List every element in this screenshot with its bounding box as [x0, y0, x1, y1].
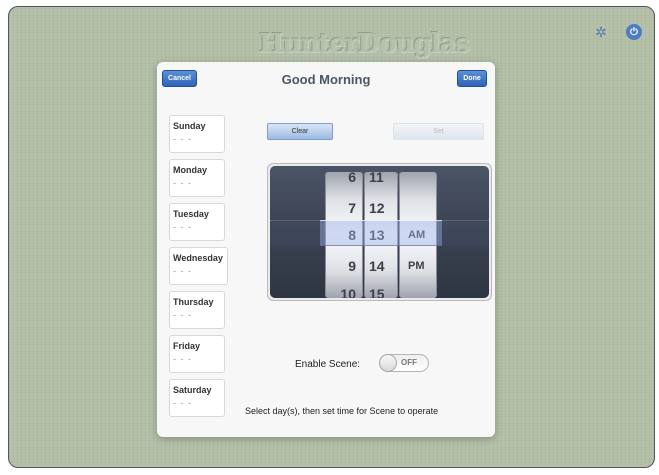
toggle-state-text: OFF — [401, 358, 417, 367]
day-saturday[interactable]: Saturday - - - — [169, 379, 225, 417]
hour-option: 6 — [348, 169, 356, 185]
power-icon[interactable]: ⏻ — [626, 24, 642, 40]
day-name: Thursday — [173, 297, 214, 307]
day-time: - - - — [173, 222, 192, 232]
enable-scene-label: Enable Scene: — [295, 359, 361, 370]
day-time: - - - — [173, 266, 192, 276]
minute-option: 14 — [369, 258, 385, 274]
set-button[interactable]: Set — [393, 123, 484, 140]
hour-option: 9 — [348, 258, 356, 274]
minute-option: 11 — [369, 169, 384, 185]
picker-selection-shade — [270, 220, 320, 246]
day-tuesday[interactable]: Tuesday - - - — [169, 203, 225, 241]
picker-selection-indicator — [320, 220, 442, 246]
day-time: - - - — [173, 134, 192, 144]
enable-scene-toggle[interactable]: OFF — [379, 354, 429, 372]
day-time: - - - — [173, 310, 192, 320]
period-option: PM — [408, 260, 425, 272]
day-monday[interactable]: Monday - - - — [169, 159, 225, 197]
day-name: Tuesday — [173, 209, 209, 219]
day-friday[interactable]: Friday - - - — [169, 335, 225, 373]
brand-logo: HunterDouglas — [259, 29, 470, 59]
day-time: - - - — [173, 178, 192, 188]
minute-option: 15 — [369, 286, 385, 298]
done-button[interactable]: Done — [457, 70, 487, 87]
picker-well: 6 7 8 9 10 11 12 13 14 15 AM PM — [270, 166, 489, 298]
hour-option: 10 — [340, 286, 356, 298]
day-name: Sunday — [173, 121, 206, 131]
day-name: Monday — [173, 165, 208, 175]
picker-selection-shade — [442, 220, 489, 246]
scene-schedule-dialog: Cancel Good Morning Done Sunday - - - Mo… — [157, 62, 495, 437]
time-picker[interactable]: 6 7 8 9 10 11 12 13 14 15 AM PM — [267, 163, 492, 301]
toggle-knob — [379, 354, 397, 372]
day-time: - - - — [173, 354, 192, 364]
day-name: Saturday — [173, 385, 212, 395]
hour-option: 7 — [348, 200, 356, 216]
clear-button[interactable]: Clear — [267, 123, 333, 140]
day-name: Friday — [173, 341, 201, 351]
gear-icon[interactable]: ✲ — [593, 24, 609, 40]
day-thursday[interactable]: Thursday - - - — [169, 291, 225, 329]
day-time: - - - — [173, 398, 192, 408]
day-wednesday[interactable]: Wednesday - - - — [169, 247, 228, 285]
day-sunday[interactable]: Sunday - - - — [169, 115, 225, 153]
minute-option: 12 — [369, 200, 385, 216]
instruction-text: Select day(s), then set time for Scene t… — [245, 406, 439, 416]
dialog-title: Good Morning — [281, 72, 371, 87]
day-name: Wednesday — [173, 253, 223, 263]
